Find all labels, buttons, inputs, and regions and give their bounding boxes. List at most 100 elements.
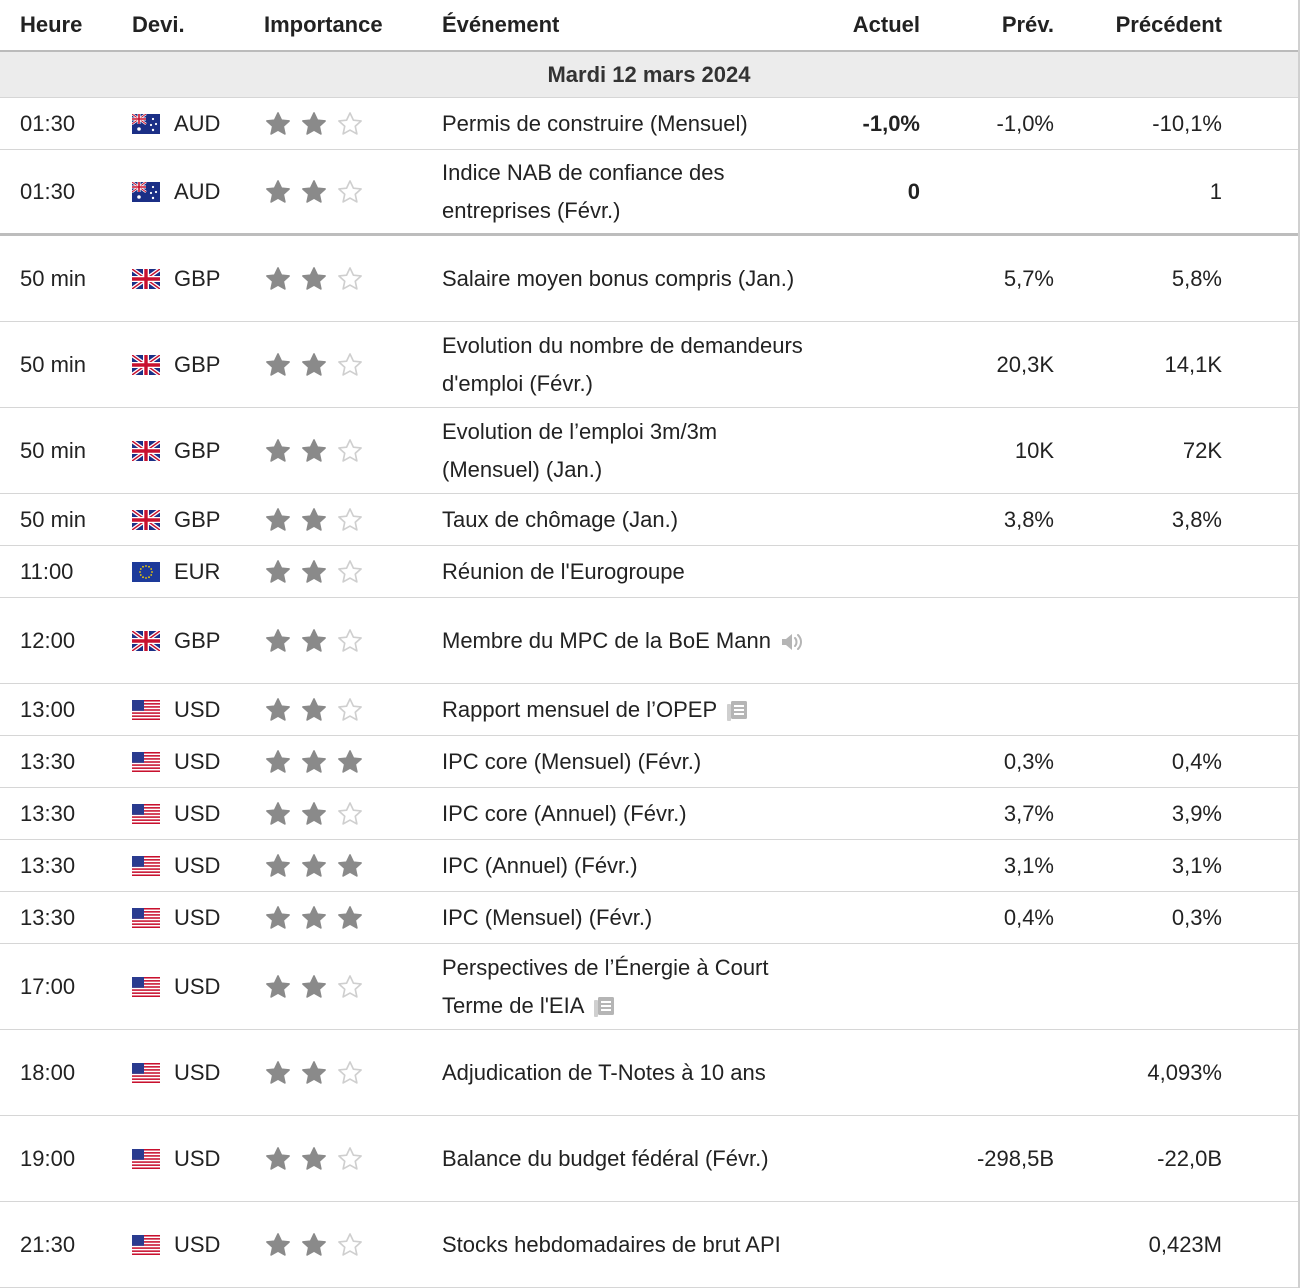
event-name[interactable]: Indice NAB de confiance des entreprises … <box>442 154 814 230</box>
event-time: 50 min <box>20 437 87 463</box>
header-currency[interactable]: Devi. <box>132 12 264 38</box>
event-currency: USD <box>132 749 264 775</box>
event-name[interactable]: Stocks hebdomadaires de brut API <box>442 1226 814 1264</box>
event-name[interactable]: IPC core (Mensuel) (Févr.) <box>442 743 814 781</box>
importance-stars <box>264 800 442 828</box>
table-row[interactable]: 19:00 USD Balance du budget fédéral (Févr.… <box>0 1116 1298 1202</box>
importance-stars <box>264 1145 442 1173</box>
currency-code: USD <box>174 1145 221 1171</box>
event-name[interactable]: Balance du budget fédéral (Févr.) <box>442 1140 814 1178</box>
star-empty-icon <box>338 559 362 583</box>
event-previous: 72K <box>1182 437 1222 463</box>
event-title[interactable]: Membre du MPC de la BoE Mann <box>442 628 771 653</box>
table-row[interactable]: 01:30 AUD Permis de construire (Mensuel) -1… <box>0 98 1298 150</box>
star-filled-icon <box>302 266 326 290</box>
event-name[interactable]: IPC (Mensuel) (Févr.) <box>442 899 814 937</box>
header-importance[interactable]: Importance <box>264 12 442 38</box>
currency-code: GBP <box>174 265 221 291</box>
table-row[interactable]: 50 min GBP Taux de chômage (Jan.) 3,8% 3,8% <box>0 494 1298 546</box>
event-name[interactable]: Permis de construire (Mensuel) <box>442 105 814 143</box>
event-title[interactable]: Evolution de l’emploi 3m/3m (Mensuel) (J… <box>442 419 717 482</box>
header-actual[interactable]: Actuel <box>814 12 920 38</box>
report-icon[interactable] <box>592 995 616 1019</box>
event-name[interactable]: Evolution de l’emploi 3m/3m (Mensuel) (J… <box>442 413 814 489</box>
star-filled-icon <box>266 438 290 462</box>
event-name[interactable]: Membre du MPC de la BoE Mann <box>442 622 814 660</box>
header-previous[interactable]: Précédent <box>1054 12 1222 38</box>
table-row[interactable]: 01:30 AUD Indice NAB de confiance des entr… <box>0 150 1298 236</box>
event-title[interactable]: IPC (Annuel) (Févr.) <box>442 853 638 878</box>
table-header: Heure Devi. Importance Événement Actuel … <box>0 0 1298 52</box>
event-title[interactable]: IPC core (Annuel) (Févr.) <box>442 801 687 826</box>
table-row[interactable]: 13:30 USD IPC (Mensuel) (Févr.) 0,4% 0,3% <box>0 892 1298 944</box>
table-row[interactable]: 21:30 USD Stocks hebdomadaires de brut API… <box>0 1202 1298 1288</box>
importance-stars <box>264 1059 442 1087</box>
event-title[interactable]: Réunion de l'Eurogroupe <box>442 559 685 584</box>
currency-code: USD <box>174 1231 221 1257</box>
importance-stars <box>264 558 442 586</box>
star-filled-icon <box>302 853 326 877</box>
star-filled-icon <box>302 438 326 462</box>
event-title[interactable]: Stocks hebdomadaires de brut API <box>442 1232 781 1257</box>
table-row[interactable]: 13:30 USD IPC core (Mensuel) (Févr.) 0,3% 0,… <box>0 736 1298 788</box>
star-filled-icon <box>302 905 326 929</box>
importance-stars <box>264 351 442 379</box>
event-name[interactable]: IPC core (Annuel) (Févr.) <box>442 795 814 833</box>
star-filled-icon <box>266 853 290 877</box>
table-row[interactable]: 18:00 USD Adjudication de T-Notes à 10 ans… <box>0 1030 1298 1116</box>
event-title[interactable]: Permis de construire (Mensuel) <box>442 111 748 136</box>
table-row[interactable]: 12:00 GBP Membre du MPC de la BoE Mann <box>0 598 1298 684</box>
event-title[interactable]: Adjudication de T-Notes à 10 ans <box>442 1060 766 1085</box>
table-row[interactable]: 17:00 USD Perspectives de l’Énergie à Cour… <box>0 944 1298 1030</box>
event-title[interactable]: Evolution du nombre de demandeurs d'empl… <box>442 333 803 396</box>
event-name[interactable]: Réunion de l'Eurogroupe <box>442 553 814 591</box>
event-title[interactable]: IPC core (Mensuel) (Févr.) <box>442 749 701 774</box>
event-title[interactable]: Taux de chômage (Jan.) <box>442 507 678 532</box>
table-row[interactable]: 50 min GBP Evolution du nombre de demandeu… <box>0 322 1298 408</box>
event-previous: 4,093% <box>1147 1059 1222 1085</box>
importance-stars <box>264 904 442 932</box>
event-actual: -1,0% <box>862 110 920 136</box>
star-empty-icon <box>338 507 362 531</box>
currency-code: GBP <box>174 351 221 377</box>
star-filled-icon <box>266 749 290 773</box>
table-row[interactable]: 11:00 EUR Réunion de l'Eurogroupe <box>0 546 1298 598</box>
event-time: 50 min <box>20 351 87 377</box>
event-forecast: 10K <box>1014 437 1054 463</box>
importance-stars <box>264 973 442 1001</box>
table-row[interactable]: 13:00 USD Rapport mensuel de l’OPEP <box>0 684 1298 736</box>
event-previous: 0,3% <box>1171 904 1222 930</box>
star-empty-icon <box>338 438 362 462</box>
header-time[interactable]: Heure <box>0 12 132 38</box>
currency-code: GBP <box>174 627 221 653</box>
star-filled-icon <box>266 111 290 135</box>
table-row[interactable]: 13:30 USD IPC (Annuel) (Févr.) 3,1% 3,1% <box>0 840 1298 892</box>
event-name[interactable]: Rapport mensuel de l’OPEP <box>442 691 814 729</box>
star-filled-icon <box>302 352 326 376</box>
table-row[interactable]: 13:30 USD IPC core (Annuel) (Févr.) 3,7% 3,9… <box>0 788 1298 840</box>
table-row[interactable]: 50 min GBP Salaire moyen bonus compris (Ja… <box>0 236 1298 322</box>
event-name[interactable]: Evolution du nombre de demandeurs d'empl… <box>442 327 814 403</box>
event-name[interactable]: Perspectives de l’Énergie à Court Terme … <box>442 949 814 1025</box>
event-title[interactable]: IPC (Mensuel) (Févr.) <box>442 905 652 930</box>
event-name[interactable]: Salaire moyen bonus compris (Jan.) <box>442 260 814 298</box>
event-title[interactable]: Balance du budget fédéral (Févr.) <box>442 1146 769 1171</box>
event-name[interactable]: IPC (Annuel) (Févr.) <box>442 847 814 885</box>
table-row[interactable]: 50 min GBP Evolution de l’emploi 3m/3m (Me… <box>0 408 1298 494</box>
report-icon[interactable] <box>725 699 749 723</box>
event-title[interactable]: Salaire moyen bonus compris (Jan.) <box>442 266 794 291</box>
star-filled-icon <box>266 697 290 721</box>
event-time: 13:00 <box>20 696 76 722</box>
event-title[interactable]: Rapport mensuel de l’OPEP <box>442 697 717 722</box>
header-forecast[interactable]: Prév. <box>920 12 1054 38</box>
header-event[interactable]: Événement <box>442 6 814 44</box>
speaker-icon[interactable] <box>779 631 805 653</box>
event-name[interactable]: Adjudication de T-Notes à 10 ans <box>442 1054 814 1092</box>
event-currency: USD <box>132 974 264 1000</box>
event-title[interactable]: Indice NAB de confiance des entreprises … <box>442 160 725 223</box>
event-time: 19:00 <box>20 1145 76 1171</box>
currency-code: AUD <box>174 110 221 136</box>
event-name[interactable]: Taux de chômage (Jan.) <box>442 501 814 539</box>
event-currency: USD <box>132 697 264 723</box>
star-filled-icon <box>266 266 290 290</box>
